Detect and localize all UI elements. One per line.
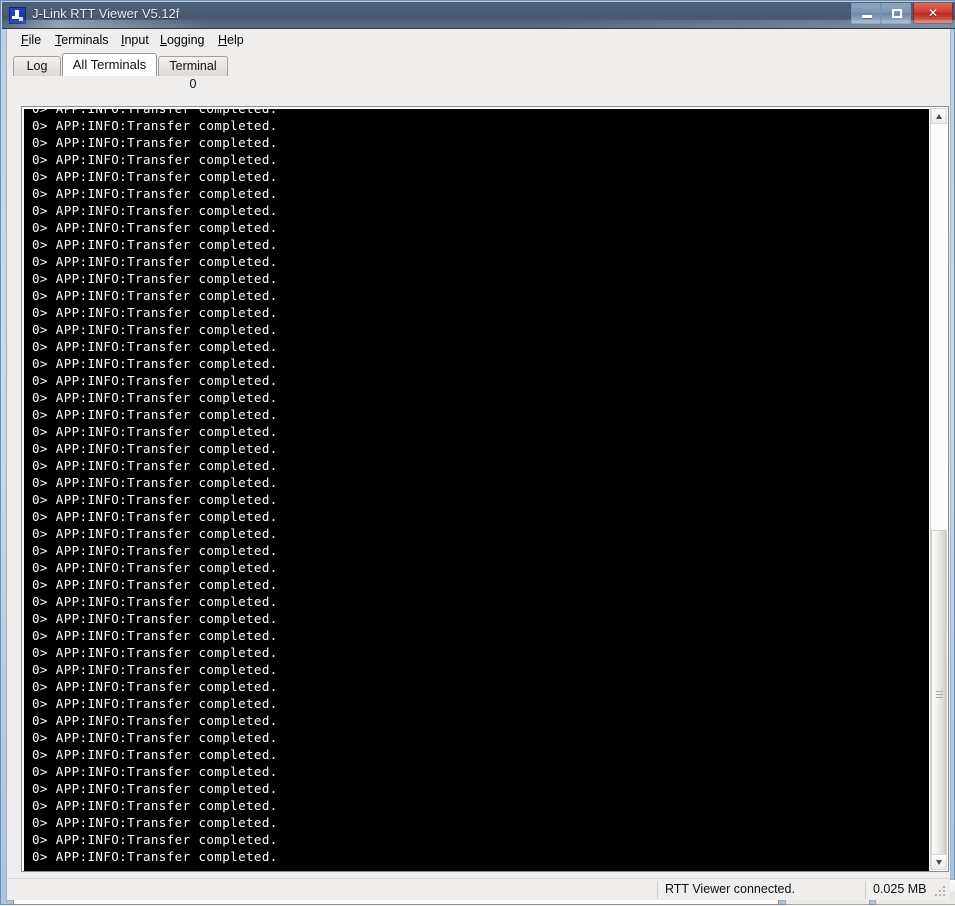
tab-terminal-0[interactable]: Terminal 0 bbox=[158, 56, 228, 91]
menu-item-logging[interactable]: Logging bbox=[155, 32, 210, 48]
menu-item-file[interactable]: File bbox=[16, 32, 46, 48]
status-divider-1 bbox=[657, 881, 658, 899]
window-title: J-Link RTT Viewer V5.12f bbox=[32, 6, 180, 21]
maximize-icon bbox=[892, 9, 902, 18]
terminal-panel: 0> APP:INFO:Transfer completed. 0> APP:I… bbox=[21, 106, 949, 872]
terminal-output-area[interactable]: 0> APP:INFO:Transfer completed. 0> APP:I… bbox=[24, 109, 929, 871]
status-bar: RTT Viewer connected. 0.025 MB bbox=[7, 878, 950, 900]
menu-item-help[interactable]: Help bbox=[213, 32, 249, 48]
menu-item-input[interactable]: Input bbox=[116, 32, 154, 48]
menu-bar: File Terminals Input Logging Help bbox=[7, 29, 950, 51]
status-connection-text: RTT Viewer connected. bbox=[665, 882, 795, 896]
minimize-button[interactable] bbox=[851, 3, 881, 24]
terminal-vertical-scrollbar[interactable] bbox=[930, 108, 947, 870]
terminal-log-lines: 0> APP:INFO:Transfer completed. 0> APP:I… bbox=[32, 109, 278, 864]
client-area: File Terminals Input Logging Help Log Al… bbox=[6, 29, 955, 905]
status-data-size: 0.025 MB bbox=[873, 882, 927, 896]
tab-log[interactable]: Log bbox=[13, 56, 61, 76]
maximize-button[interactable] bbox=[881, 3, 911, 24]
scrollbar-thumb[interactable] bbox=[931, 530, 947, 860]
menu-item-terminals[interactable]: Terminals bbox=[50, 32, 114, 48]
scrollbar-track[interactable] bbox=[931, 124, 947, 860]
tab-strip: Log All Terminals Terminal 0 bbox=[13, 53, 946, 91]
jlink-app-icon bbox=[9, 7, 26, 24]
resize-grip-icon[interactable] bbox=[935, 886, 947, 898]
scroll-up-icon bbox=[936, 114, 942, 119]
title-bar: J-Link RTT Viewer V5.12f ✕ bbox=[2, 2, 955, 29]
close-icon: ✕ bbox=[927, 6, 939, 20]
tab-all-terminals[interactable]: All Terminals bbox=[62, 53, 157, 76]
scrollbar-grip-icon bbox=[936, 691, 943, 700]
close-button[interactable]: ✕ bbox=[913, 3, 953, 24]
status-divider-2 bbox=[865, 881, 866, 899]
minimize-icon bbox=[862, 15, 872, 18]
scroll-down-button[interactable] bbox=[931, 854, 947, 870]
scroll-down-icon bbox=[936, 860, 942, 865]
application-window: J-Link RTT Viewer V5.12f ✕ File Terminal… bbox=[0, 0, 955, 905]
scroll-up-button[interactable] bbox=[931, 108, 947, 124]
